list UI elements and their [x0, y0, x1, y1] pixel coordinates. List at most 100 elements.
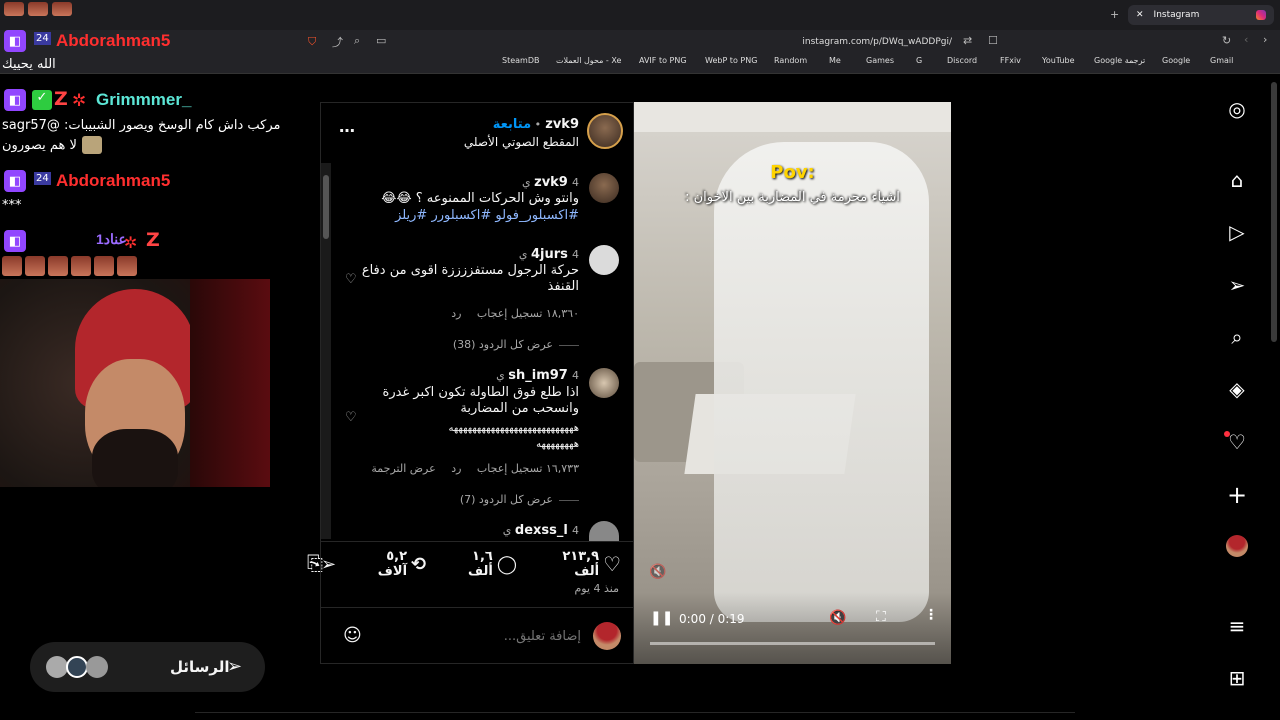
page-scrollbar-thumb[interactable]: [1271, 82, 1277, 342]
search-icon[interactable]: ⌕: [1222, 322, 1252, 352]
comment-text: حركة الرجول مستفززززة اقوى من دفاع القنف…: [361, 263, 579, 294]
shares-count: ٥,٢ آلاف: [377, 549, 408, 579]
view-replies[interactable]: عرض كل الردود (38): [361, 337, 579, 353]
share-icon[interactable]: ⤴: [332, 34, 343, 50]
like-icon[interactable]: ♡: [603, 552, 621, 576]
more-options-icon[interactable]: ⋮: [924, 607, 938, 623]
scrollbar[interactable]: [321, 163, 331, 539]
reload-icon[interactable]: ↻: [1222, 34, 1231, 47]
caption-username[interactable]: zvk9: [534, 175, 568, 190]
bookmark-gmail[interactable]: Gmail: [1210, 56, 1233, 65]
audio-label[interactable]: المقطع الصوتي الأصلي: [361, 134, 579, 150]
bookmark-translate[interactable]: Google ترجمة: [1094, 56, 1145, 65]
home-icon[interactable]: ⌂: [1222, 165, 1252, 195]
scrollbar-thumb[interactable]: [323, 175, 329, 239]
reply-button[interactable]: رد: [451, 462, 461, 475]
own-avatar: [593, 622, 621, 650]
messages-widget[interactable]: ➢ الرسائل: [30, 642, 265, 692]
more-apps-icon[interactable]: ⊞: [1222, 663, 1252, 693]
default-avatar-icon[interactable]: [589, 245, 619, 275]
cat-emote-icon: [82, 136, 102, 154]
view-replies-label[interactable]: عرض كل الردود (38): [453, 338, 553, 351]
bookmark-icon[interactable]: ☐: [988, 34, 998, 47]
translate-button[interactable]: عرض الترجمة: [371, 462, 435, 475]
emoji-icon[interactable]: ☺: [343, 625, 362, 646]
forward-icon[interactable]: ›: [1263, 33, 1267, 46]
more-icon[interactable]: …: [339, 117, 356, 136]
bookmark-google[interactable]: Google: [1162, 56, 1190, 65]
view-replies-label[interactable]: عرض كل الردود (7): [460, 493, 553, 506]
webcam-feed: [0, 279, 270, 487]
new-tab-icon[interactable]: +: [1110, 8, 1119, 21]
messages-icon[interactable]: ➢: [1222, 270, 1252, 300]
comment-username[interactable]: 4jurs: [531, 247, 568, 262]
video-overlay-text: اشياء محرمة في المضاربة بين الاخوان :: [685, 190, 900, 205]
comment-likes[interactable]: ١٦,٧٣٣ تسجيل إعجاب: [477, 462, 579, 475]
video-controls: ❚❚ 0:00 / 0:19 🔇 ⛶ ⋮: [634, 592, 951, 664]
instagram-logo-icon[interactable]: ◎: [1222, 94, 1252, 124]
comments-count: ١,٦ ألف: [468, 549, 493, 579]
pause-icon[interactable]: ❚❚: [650, 610, 673, 626]
author-avatar[interactable]: [587, 113, 623, 149]
video-player[interactable]: Pov: اشياء محرمة في المضاربة بين الاخوان…: [634, 102, 951, 664]
save-icon[interactable]: ⎘: [307, 551, 323, 575]
mute-icon[interactable]: 🔇: [829, 610, 846, 626]
view-replies[interactable]: عرض كل الردود (7): [361, 492, 579, 508]
comment-username[interactable]: sh_im97: [508, 368, 568, 383]
comment-avatar[interactable]: [589, 521, 619, 541]
emote-row: [2, 256, 137, 276]
create-icon[interactable]: +: [1222, 480, 1252, 510]
fullscreen-icon[interactable]: ⛶: [876, 609, 886, 625]
profile-avatar[interactable]: [1226, 535, 1248, 557]
screenshot-icon[interactable]: ▭: [376, 34, 386, 47]
bookmark-games[interactable]: Games: [866, 56, 894, 65]
url-field[interactable]: instagram.com/p/DWq_wADDPgi/: [700, 33, 952, 50]
reels-icon[interactable]: ▷: [1222, 217, 1252, 247]
page-scrollbar[interactable]: [1270, 76, 1278, 720]
comment-input[interactable]: [381, 625, 581, 647]
twitch-icon: ◧: [4, 230, 26, 252]
close-tab-icon[interactable]: ✕: [1136, 10, 1144, 20]
brave-shield-icon[interactable]: ⛉: [308, 35, 316, 49]
comment-avatar[interactable]: [589, 173, 619, 203]
bookmark-steamdb[interactable]: SteamDB: [502, 56, 539, 65]
share-icon[interactable]: ➢: [321, 554, 336, 575]
bookmark-g[interactable]: G: [916, 56, 922, 65]
likes-count[interactable]: ٢١٣,٩ ألف: [535, 549, 599, 579]
explore-icon[interactable]: ◈: [1222, 374, 1252, 404]
bookmark-xe[interactable]: محول العملات - Xe: [556, 56, 621, 65]
webcam-beard: [92, 429, 178, 487]
bookmark-youtube[interactable]: YouTube: [1042, 56, 1075, 65]
like-comment-icon[interactable]: ♡: [345, 272, 357, 287]
tab-instagram[interactable]: ✕ Instagram: [1128, 5, 1274, 25]
comment-text-laugh: هههههههههههههههههههههههههههه: [448, 423, 579, 434]
caption-hashtags[interactable]: #اكسبلور_فولو #اكسبلورر #ريلز: [361, 208, 579, 224]
twitch-icon: ◧: [4, 89, 26, 111]
mute-overlay-icon[interactable]: 🔇: [649, 564, 666, 580]
comment-username[interactable]: dexss_l: [515, 523, 568, 538]
comment-likes[interactable]: ١٨,٣٦٠ تسجيل إعجاب: [477, 307, 579, 320]
zoom-icon[interactable]: ⌕: [354, 34, 360, 48]
back-icon[interactable]: ‹: [1244, 33, 1248, 46]
follow-button[interactable]: متابعة: [493, 117, 531, 132]
reply-button[interactable]: رد: [451, 307, 461, 320]
repost-icon[interactable]: ⟲: [411, 554, 426, 575]
like-comment-icon[interactable]: ♡: [345, 410, 357, 425]
bookmark-discord[interactable]: Discord: [947, 56, 977, 65]
chat-username: Abdorahman5: [56, 171, 171, 190]
comment-icon[interactable]: ◯: [497, 554, 517, 575]
comments-panel: zvk9 • متابعة المقطع الصوتي الأصلي … zvk…: [307, 102, 635, 664]
messages-label[interactable]: الرسائل: [170, 658, 230, 676]
bookmark-webp[interactable]: WebP to PNG: [705, 56, 757, 65]
emote-icon: [94, 256, 114, 276]
site-settings-icon[interactable]: ⇄: [963, 34, 972, 47]
bookmark-avif[interactable]: AVIF to PNG: [639, 56, 687, 65]
author-username[interactable]: zvk9: [545, 117, 579, 132]
menu-icon[interactable]: ≡: [1222, 611, 1252, 641]
video-progress-track[interactable]: [650, 642, 935, 645]
comment-avatar[interactable]: [589, 368, 619, 398]
bookmark-me[interactable]: Me: [829, 56, 841, 65]
chat-message: الله يحييك: [2, 57, 56, 72]
bookmark-ffxiv[interactable]: FFxiv: [1000, 56, 1021, 65]
bookmark-random[interactable]: Random: [774, 56, 807, 65]
